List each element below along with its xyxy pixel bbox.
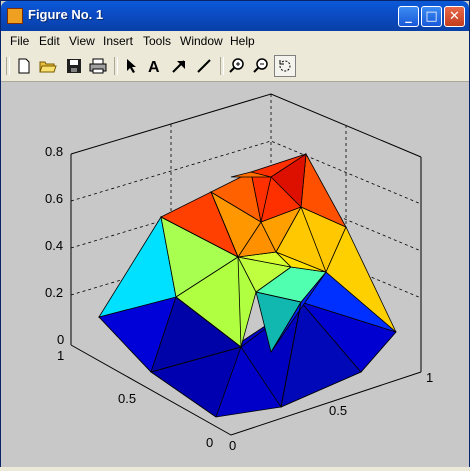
matlab-logo-icon — [7, 8, 23, 24]
window-title: Figure No. 1 — [28, 7, 104, 22]
toolbar: A — [1, 51, 469, 82]
axis-box-top — [70, 93, 422, 158]
print-icon[interactable] — [87, 55, 109, 77]
close-button[interactable]: ✕ — [444, 6, 465, 27]
minimize-button[interactable]: _ — [398, 6, 419, 27]
menu-view[interactable]: View — [69, 34, 95, 48]
save-icon[interactable] — [63, 55, 85, 77]
title-bar[interactable]: Figure No. 1 _ □ ✕ — [1, 1, 469, 31]
surface-mesh — [98, 152, 397, 418]
menu-bar: File Edit View Insert Tools Window Help — [1, 31, 469, 51]
line-tool-icon[interactable] — [193, 55, 215, 77]
z-tick-label: 0 — [57, 332, 64, 347]
toolbar-separator — [114, 57, 118, 75]
rotate-3d-icon[interactable] — [274, 55, 296, 77]
menu-window[interactable]: Window — [180, 34, 223, 48]
text-a-icon[interactable]: A — [144, 55, 166, 77]
x-tick-label: 1 — [426, 370, 433, 385]
figure-window: Figure No. 1 _ □ ✕ File Edit View Insert… — [0, 0, 470, 467]
menu-edit[interactable]: Edit — [39, 34, 60, 48]
z-tick-label: 0.6 — [45, 191, 63, 206]
x-tick-label: 0.5 — [329, 403, 347, 418]
z-tick-label: 0.2 — [45, 285, 63, 300]
arrow-tool-icon[interactable] — [168, 55, 190, 77]
3d-axes[interactable]: 0.8 0.6 0.4 0.2 0 1 0.5 0 0 0.5 1 — [1, 82, 469, 467]
y-tick-label: 0 — [206, 435, 213, 450]
menu-help[interactable]: Help — [230, 34, 255, 48]
y-tick-label: 1 — [57, 348, 64, 363]
x-tick-label: 0 — [229, 438, 236, 453]
open-folder-icon[interactable] — [37, 55, 59, 77]
select-arrow-icon[interactable] — [120, 55, 142, 77]
figure-canvas[interactable]: 0.8 0.6 0.4 0.2 0 1 0.5 0 0 0.5 1 — [1, 82, 469, 467]
new-file-icon[interactable] — [13, 55, 35, 77]
z-axis-labels: 0.8 0.6 0.4 0.2 0 — [45, 144, 64, 347]
maximize-button[interactable]: □ — [421, 6, 442, 27]
z-tick-label: 0.4 — [45, 238, 63, 253]
menu-tools[interactable]: Tools — [143, 34, 171, 48]
zoom-out-icon[interactable] — [250, 55, 272, 77]
menu-file[interactable]: File — [10, 34, 29, 48]
y-tick-label: 0.5 — [118, 391, 136, 406]
menu-insert[interactable]: Insert — [103, 34, 133, 48]
svg-text:A: A — [148, 59, 160, 74]
zoom-in-icon[interactable] — [226, 55, 248, 77]
toolbar-separator — [220, 57, 224, 75]
z-tick-label: 0.8 — [45, 144, 63, 159]
toolbar-grip — [6, 57, 10, 75]
